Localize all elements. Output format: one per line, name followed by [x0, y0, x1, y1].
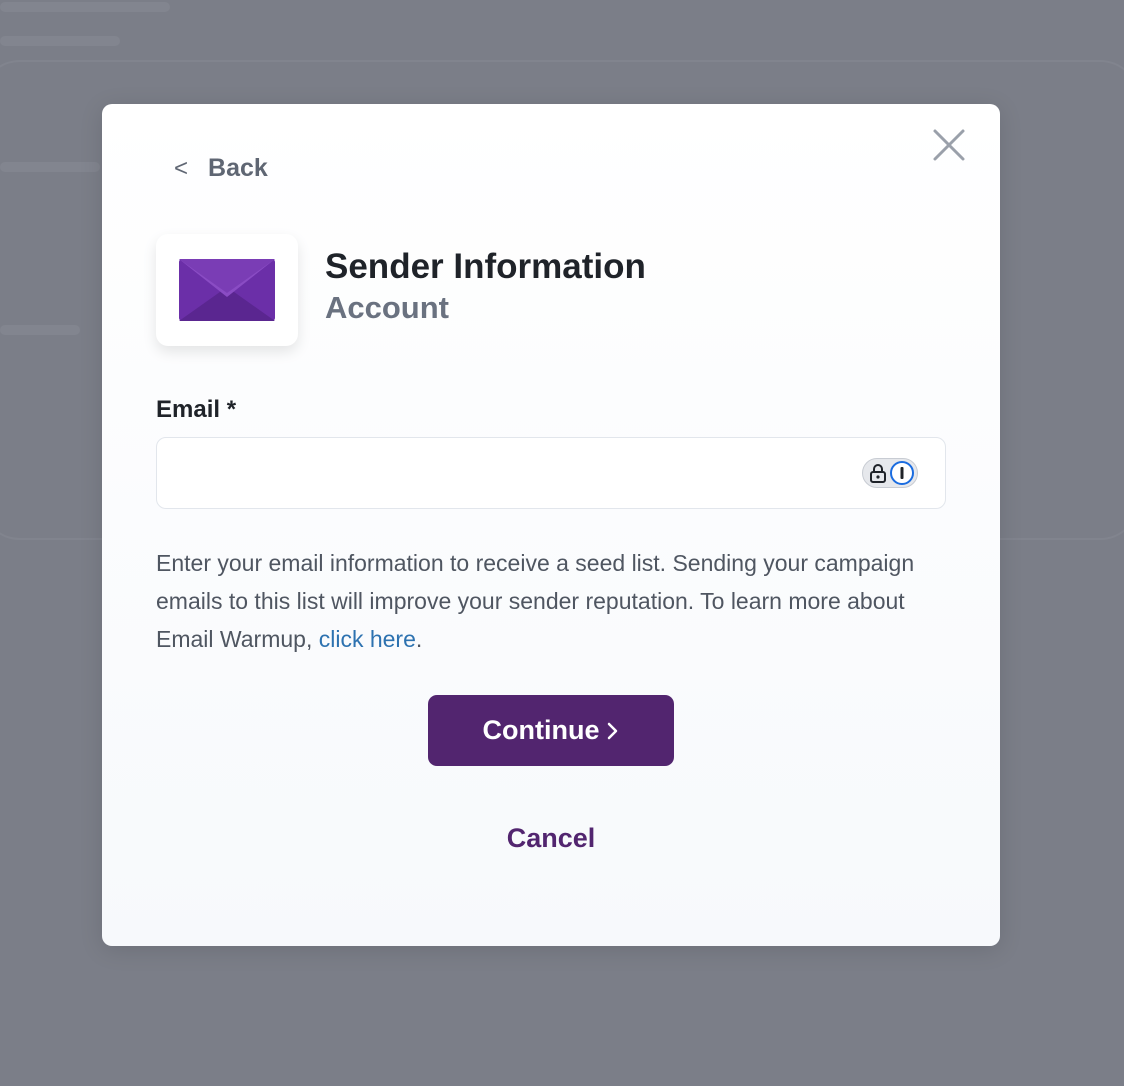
help-text-body: Enter your email information to receive … [156, 550, 915, 652]
chevron-right-icon [608, 722, 618, 739]
email-warmup-link[interactable]: click here [319, 626, 416, 652]
cancel-button[interactable]: Cancel [451, 816, 651, 860]
back-button[interactable]: < Back [174, 154, 268, 183]
modal-title: Sender Information [325, 247, 646, 286]
envelope-icon [179, 259, 275, 321]
chevron-left-icon: < [174, 154, 189, 182]
envelope-tile [156, 234, 298, 346]
lock-icon [870, 464, 886, 483]
back-label: Back [208, 154, 268, 182]
help-text: Enter your email information to receive … [156, 544, 936, 658]
modal-subtitle: Account [325, 290, 449, 325]
continue-button[interactable]: Continue [428, 695, 674, 766]
background-text-line [0, 36, 120, 46]
sender-information-modal: < Back Sender Information Account Email … [102, 104, 1000, 946]
continue-label: Continue [482, 715, 600, 745]
help-text-end: . [415, 626, 423, 652]
background-text-line [0, 2, 170, 12]
close-button[interactable] [932, 128, 966, 162]
password-manager-icon [890, 461, 914, 485]
password-manager-button[interactable] [862, 458, 918, 488]
close-icon [933, 129, 965, 161]
email-label: Email * [156, 396, 237, 423]
email-input[interactable] [156, 437, 946, 509]
